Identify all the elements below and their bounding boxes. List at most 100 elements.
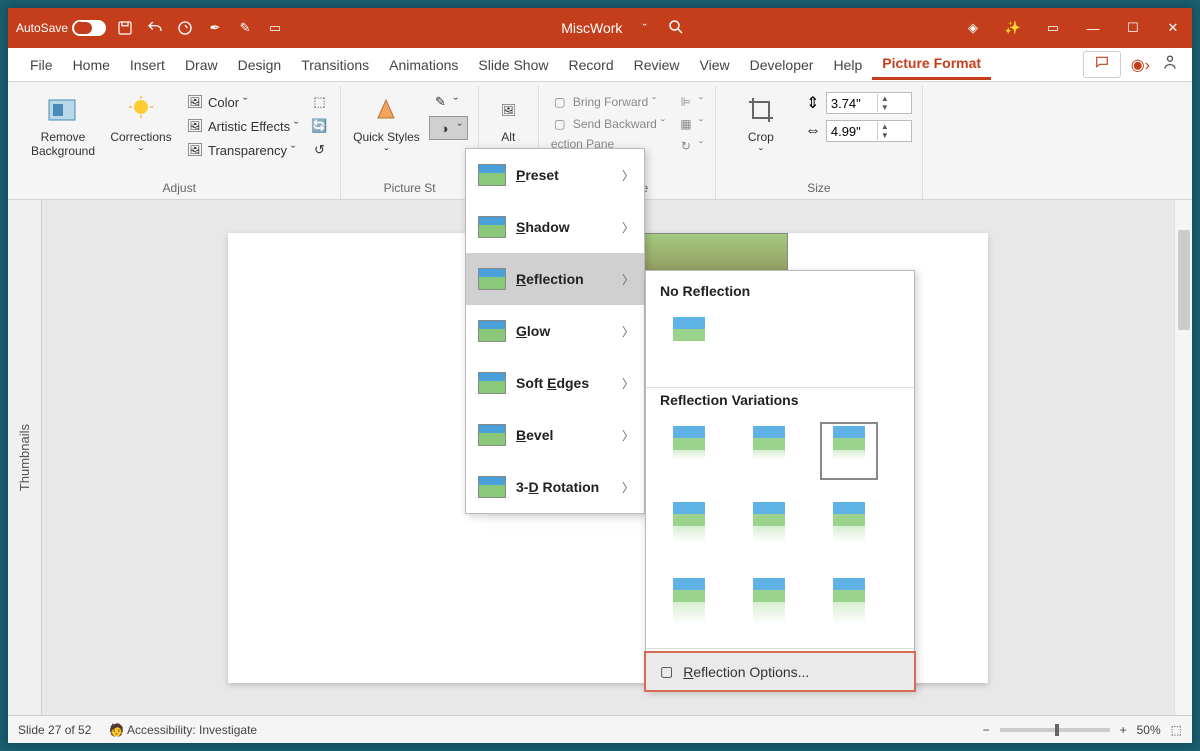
color-icon: 🖼: [186, 93, 204, 111]
ribbon-tabs: File Home Insert Draw Design Transitions…: [8, 48, 1192, 82]
effects-preset[interactable]: Preset〉: [466, 149, 644, 201]
group-icon: ▦: [677, 115, 695, 133]
preset-icon: [478, 164, 506, 186]
tab-slideshow[interactable]: Slide Show: [468, 51, 558, 79]
picture-border-button[interactable]: ✎ˇ: [429, 92, 467, 112]
corrections-icon: [123, 92, 159, 128]
tab-insert[interactable]: Insert: [120, 51, 175, 79]
effects-reflection[interactable]: Reflection〉: [466, 253, 644, 305]
zoom-value[interactable]: 50%: [1137, 723, 1161, 737]
width-input[interactable]: ▲▼: [826, 120, 912, 142]
reflection-var-2[interactable]: [740, 422, 798, 480]
align-icon: ⊫: [677, 93, 695, 111]
transparency-button[interactable]: 🖼Transparency ˇ: [184, 140, 300, 160]
vertical-scrollbar[interactable]: [1174, 200, 1192, 715]
bring-forward-button[interactable]: ▢Bring Forward ˇ: [549, 92, 667, 112]
send-backward-button[interactable]: ▢Send Backward ˇ: [549, 114, 667, 134]
zoom-out-button[interactable]: −: [983, 723, 990, 737]
wand-icon[interactable]: ✨: [1002, 17, 1024, 39]
reflection-none[interactable]: [660, 313, 718, 371]
picture-effects-button[interactable]: ◑ˇ: [429, 116, 467, 140]
group-button[interactable]: ▦ˇ: [675, 114, 705, 134]
tab-design[interactable]: Design: [228, 51, 292, 79]
shadow-icon: [478, 216, 506, 238]
height-input[interactable]: ▲▼: [826, 92, 912, 114]
redo-icon[interactable]: [174, 17, 196, 39]
remove-background-button[interactable]: Remove Background: [28, 92, 98, 158]
reflection-var-5[interactable]: [740, 498, 798, 556]
effects-soft-edges[interactable]: Soft Edges〉: [466, 357, 644, 409]
tab-help[interactable]: Help: [823, 51, 872, 79]
change-picture-button[interactable]: 🔄: [308, 116, 330, 136]
tab-picture-format[interactable]: Picture Format: [872, 49, 991, 80]
align-button[interactable]: ⊫ˇ: [675, 92, 705, 112]
autosave-toggle[interactable]: AutoSave On: [16, 20, 106, 36]
present-icon[interactable]: ▭: [264, 17, 286, 39]
artistic-effects-button[interactable]: 🖼Artistic Effects ˇ: [184, 116, 300, 136]
reflection-var-8[interactable]: [740, 574, 798, 632]
undo-icon[interactable]: [144, 17, 166, 39]
reflection-var-4[interactable]: [660, 498, 718, 556]
minimize-icon[interactable]: —: [1082, 17, 1104, 39]
tab-draw[interactable]: Draw: [175, 51, 228, 79]
tab-developer[interactable]: Developer: [740, 51, 824, 79]
compress-button[interactable]: ⬚: [308, 92, 330, 112]
reflection-options-icon: ▢: [660, 663, 673, 680]
effects-bevel[interactable]: Bevel〉: [466, 409, 644, 461]
share-icon[interactable]: [1160, 52, 1180, 77]
effects-glow[interactable]: Glow〉: [466, 305, 644, 357]
pen-icon[interactable]: ✎: [234, 17, 256, 39]
color-button[interactable]: 🖼Color ˇ: [184, 92, 300, 112]
eyedropper-icon[interactable]: ✒: [204, 17, 226, 39]
reflection-options-button[interactable]: ▢ Reflection Options...: [646, 653, 914, 690]
tab-home[interactable]: Home: [63, 51, 120, 79]
close-icon[interactable]: ✕: [1162, 17, 1184, 39]
zoom-slider[interactable]: [1000, 728, 1110, 732]
width-icon: ⇔: [804, 122, 822, 140]
record-indicator-icon[interactable]: ◉›: [1131, 55, 1150, 75]
send-backward-icon: ▢: [551, 115, 569, 133]
diamond-icon[interactable]: ◈: [962, 17, 984, 39]
accessibility-status[interactable]: 🧑 Accessibility: Investigate: [109, 723, 257, 737]
effects-shadow[interactable]: Shadow〉: [466, 201, 644, 253]
search-icon[interactable]: [667, 18, 687, 38]
tab-animations[interactable]: Animations: [379, 51, 468, 79]
reflection-var-9[interactable]: [820, 574, 878, 632]
tab-view[interactable]: View: [690, 51, 740, 79]
zoom-in-button[interactable]: +: [1120, 723, 1127, 737]
chevron-right-icon: 〉: [622, 479, 634, 496]
chevron-right-icon: 〉: [622, 323, 634, 340]
chevron-right-icon: 〉: [622, 219, 634, 236]
compress-icon: ⬚: [310, 93, 328, 111]
fit-to-window-icon[interactable]: ⬚: [1171, 723, 1182, 737]
thumbnails-rail[interactable]: Thumbnails: [8, 200, 42, 715]
picture-effects-menu: Preset〉 Shadow〉 Reflection〉 Glow〉 Soft E…: [465, 148, 645, 514]
save-icon[interactable]: [114, 17, 136, 39]
reflection-var-3[interactable]: [820, 422, 878, 480]
comments-button[interactable]: [1083, 51, 1121, 78]
effects-3d-rotation[interactable]: 3-D Rotation〉: [466, 461, 644, 513]
reflection-var-7[interactable]: [660, 574, 718, 632]
toggle-switch[interactable]: On: [72, 20, 106, 36]
chevron-right-icon: 〉: [622, 167, 634, 184]
corrections-button[interactable]: Corrections ˇ: [106, 92, 176, 160]
tab-review[interactable]: Review: [624, 51, 690, 79]
tab-file[interactable]: File: [20, 51, 63, 79]
document-name[interactable]: MiscWork: [561, 20, 622, 36]
reset-picture-button[interactable]: ↺: [308, 140, 330, 160]
reflection-var-1[interactable]: [660, 422, 718, 480]
tab-transitions[interactable]: Transitions: [291, 51, 379, 79]
reflection-var-6[interactable]: [820, 498, 878, 556]
window-icon[interactable]: ▭: [1042, 17, 1064, 39]
chevron-right-icon: 〉: [622, 375, 634, 392]
glow-icon: [478, 320, 506, 342]
crop-button[interactable]: Crop ˇ: [726, 92, 796, 160]
alt-text-button[interactable]: 🖼 Alt: [485, 92, 531, 144]
slide-counter[interactable]: Slide 27 of 52: [18, 723, 91, 737]
quick-styles-button[interactable]: Quick Styles ˇ: [351, 92, 421, 160]
bring-forward-icon: ▢: [551, 93, 569, 111]
alt-icon: 🖼: [490, 92, 526, 128]
rotate-button[interactable]: ↻ˇ: [675, 136, 705, 156]
maximize-icon[interactable]: ☐: [1122, 17, 1144, 39]
tab-record[interactable]: Record: [558, 51, 623, 79]
